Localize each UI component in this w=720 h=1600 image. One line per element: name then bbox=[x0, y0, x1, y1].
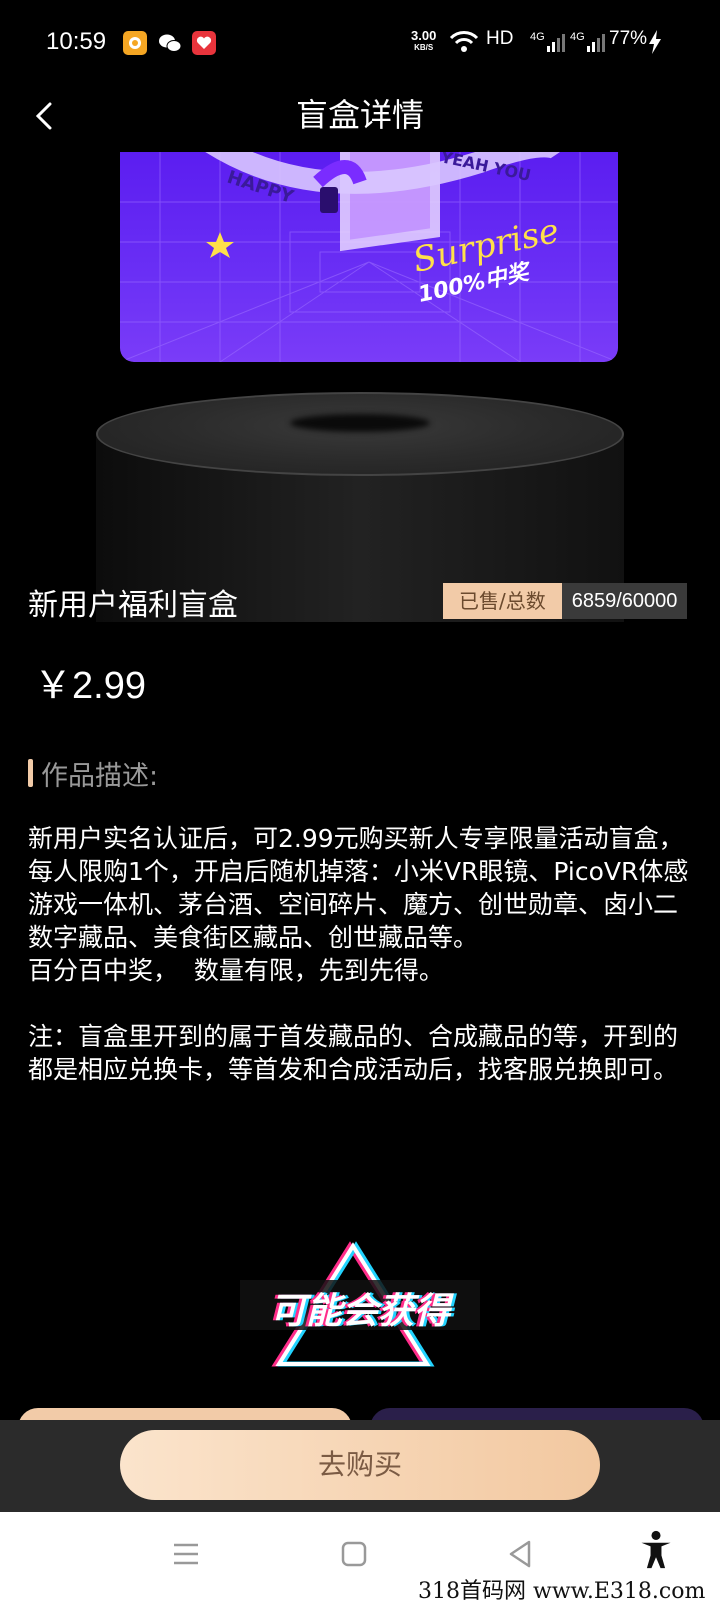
wifi-icon bbox=[449, 31, 479, 52]
pedestal-top bbox=[96, 392, 624, 476]
battery-percent: 77% bbox=[609, 28, 648, 49]
uc-browser-icon bbox=[123, 31, 147, 55]
description-title: 作品描述: bbox=[41, 760, 159, 792]
watermark-text: 318首码网 www.E318.com bbox=[418, 1579, 706, 1600]
product-price: ￥2.99 bbox=[34, 665, 146, 707]
heart-app-icon bbox=[192, 31, 216, 55]
charging-icon bbox=[649, 30, 661, 54]
description-header: 作品描述: bbox=[28, 758, 158, 792]
buy-button[interactable]: 去购买 bbox=[120, 1430, 600, 1500]
accessibility-icon[interactable] bbox=[636, 1530, 676, 1570]
product-name: 新用户福利盲盒 bbox=[28, 588, 238, 623]
possible-rewards-banner: 可能会获得 bbox=[200, 1240, 520, 1370]
description-body: 新用户实名认证后，可2.99元购买新人专享限量活动盲盒，每人限购1个，开启后随机… bbox=[28, 824, 689, 1084]
home-square-icon[interactable] bbox=[334, 1534, 374, 1574]
status-bar: 10:59 3.00 KB/S HD 4G 4G 77% bbox=[0, 0, 720, 88]
wechat-icon bbox=[158, 31, 182, 55]
sold-count-badge: 已售/总数 6859/60000 bbox=[443, 583, 688, 619]
sold-label: 已售/总数 bbox=[443, 583, 562, 619]
card-grid-graphic: HAPPY YEAH YOU Surprise 100%中奖 bbox=[120, 152, 618, 362]
sold-value: 6859/60000 bbox=[561, 583, 688, 619]
pedestal-shadow bbox=[290, 414, 430, 432]
buy-bar: 去购买 bbox=[0, 1420, 720, 1512]
menu-icon[interactable] bbox=[166, 1534, 206, 1574]
blind-box-card-image: HAPPY YEAH YOU Surprise 100%中奖 bbox=[120, 152, 618, 362]
signal-1-label: 4G bbox=[530, 31, 545, 43]
status-time: 10:59 bbox=[46, 28, 107, 55]
blind-box-hero: HAPPY YEAH YOU Surprise 100%中奖 bbox=[0, 152, 720, 622]
signal-1-icon bbox=[547, 34, 565, 52]
network-speed: 3.00 KB/S bbox=[411, 28, 437, 52]
description-accent-bar bbox=[28, 759, 33, 787]
hd-indicator: HD bbox=[486, 28, 514, 49]
back-triangle-icon[interactable] bbox=[500, 1534, 540, 1574]
top-nav: 盲盒详情 bbox=[0, 88, 720, 152]
signal-2-icon bbox=[587, 34, 605, 52]
signal-2-label: 4G bbox=[570, 31, 585, 43]
possible-rewards-title: 可能会获得 bbox=[269, 1291, 450, 1332]
page-title: 盲盒详情 bbox=[295, 96, 424, 134]
